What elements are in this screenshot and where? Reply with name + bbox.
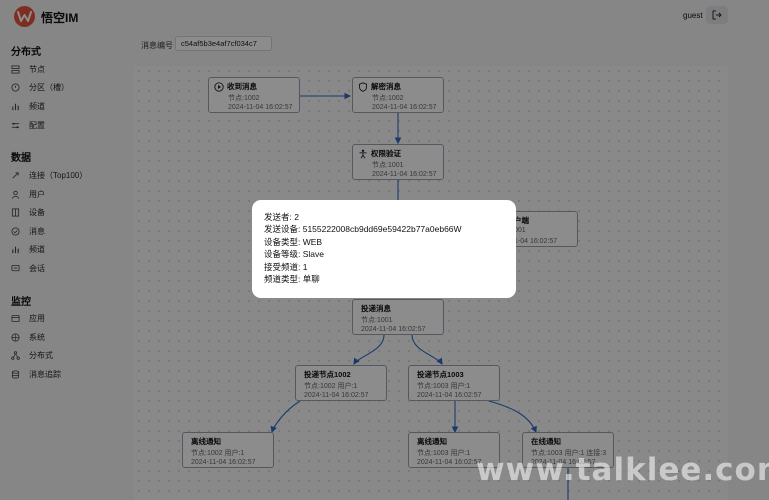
detail-device-level: 设备等级: Slave: [264, 249, 324, 260]
detail-device-type: 设备类型: WEB: [264, 236, 323, 247]
site-watermark: www.talklee.com: [476, 452, 769, 488]
detail-channel: 接受频道: 1: [264, 261, 308, 272]
detail-sender: 发送者: 2: [264, 212, 299, 222]
message-detail-dialog: 发送者: 2 发送设备: 5155222008cb9dd69e59422b77a…: [252, 200, 516, 298]
detail-channel-type: 频道类型: 单聊: [264, 273, 320, 284]
detail-device: 发送设备: 5155222008cb9dd69e59422b77a0eb66W: [264, 224, 462, 235]
